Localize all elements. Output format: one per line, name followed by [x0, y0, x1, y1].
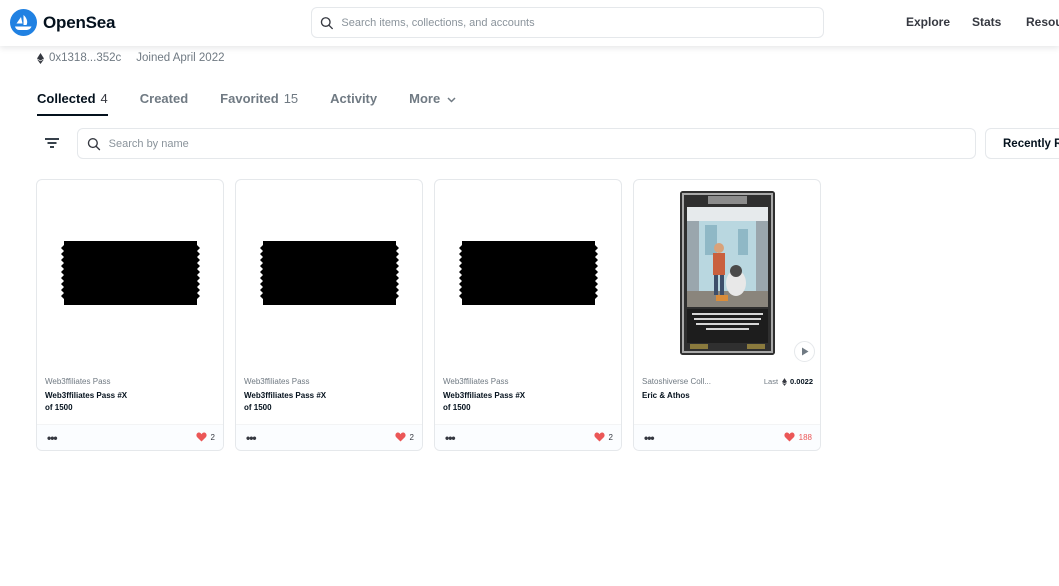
favorite-button[interactable]: 2	[394, 432, 414, 442]
item-name: Web3ffiliates Pass #X of 1500	[45, 391, 128, 412]
more-options-icon[interactable]: •••	[47, 431, 58, 445]
eric-athos-artwork	[680, 191, 775, 355]
card-footer: ••• 2	[37, 424, 223, 450]
ethereum-icon	[782, 377, 788, 386]
last-sale-price: Last 0.0022	[764, 377, 813, 386]
card-footer: ••• 2	[435, 424, 621, 450]
last-price-value: 0.0022	[790, 377, 813, 386]
collection-name[interactable]: Web3ffiliates Pass	[45, 377, 217, 386]
top-navbar: OpenSea Explore Stats Resou	[0, 0, 1059, 46]
nft-image	[435, 180, 621, 366]
favorite-button[interactable]: 2	[195, 432, 215, 442]
nft-image	[634, 180, 820, 366]
card-footer: ••• 188	[634, 424, 820, 450]
items-search-input[interactable]	[108, 137, 975, 150]
more-options-icon[interactable]: •••	[445, 431, 456, 445]
joined-date: Joined April 2022	[136, 52, 225, 64]
item-name: Web3ffiliates Pass #X of 1500	[244, 391, 327, 412]
favorite-button[interactable]: 188	[784, 432, 812, 442]
collection-name[interactable]: Web3ffiliates Pass	[443, 377, 615, 386]
heart-icon	[784, 432, 795, 442]
card-footer: ••• 2	[236, 424, 422, 450]
nft-artwork	[680, 191, 775, 355]
last-label: Last	[763, 377, 779, 386]
nav-explore[interactable]: Explore	[906, 15, 950, 29]
tab-activity[interactable]: Activity	[330, 91, 377, 116]
nft-card[interactable]: Satoshiverse Coll... Eric & Athos Last 0…	[633, 179, 821, 451]
profile-tabs: Collected 4 Created Favorited 15 Activity …	[37, 91, 488, 116]
nft-card[interactable]: Web3ffiliates Pass Web3ffiliates Pass #X…	[434, 179, 622, 451]
wallet-address[interactable]: 0x1318...352c	[49, 52, 121, 64]
tab-count: 4	[100, 91, 108, 106]
nft-card[interactable]: Web3ffiliates Pass Web3ffiliates Pass #X…	[235, 179, 423, 451]
favorite-button[interactable]: 2	[593, 432, 613, 442]
tab-collected[interactable]: Collected 4	[37, 91, 108, 116]
nav-resources[interactable]: Resou	[1026, 15, 1059, 29]
more-options-icon[interactable]: •••	[246, 431, 257, 445]
nav-stats[interactable]: Stats	[972, 15, 1001, 29]
profile-meta: 0x1318...352c Joined April 2022	[37, 52, 225, 64]
ticket-image	[260, 241, 399, 305]
nft-image	[37, 180, 223, 366]
ethereum-icon	[37, 52, 44, 64]
search-icon	[320, 16, 333, 29]
chevron-down-icon	[447, 97, 456, 103]
heart-icon	[593, 432, 605, 442]
tab-label: Created	[139, 91, 189, 106]
brand-name: OpenSea	[43, 12, 116, 32]
collection-name[interactable]: Web3ffiliates Pass	[244, 377, 416, 386]
ticket-image	[459, 241, 598, 305]
tab-created[interactable]: Created	[140, 91, 188, 116]
play-button[interactable]	[794, 341, 815, 362]
tab-label: Favorited	[220, 91, 279, 106]
tab-label: Activity	[330, 91, 378, 106]
filter-icon	[45, 138, 59, 148]
items-search[interactable]	[77, 128, 976, 159]
tab-more[interactable]: More	[409, 91, 456, 116]
tab-favorited[interactable]: Favorited 15	[220, 91, 298, 116]
play-icon	[801, 347, 808, 356]
sort-dropdown[interactable]: Recently R	[985, 128, 1059, 159]
search-icon	[87, 137, 101, 150]
nft-image	[236, 180, 422, 366]
filter-toggle-button[interactable]	[43, 134, 61, 152]
opensea-logo-icon	[10, 9, 37, 36]
like-count: 2	[210, 432, 215, 442]
heart-icon	[195, 432, 207, 442]
opensea-logo[interactable]: OpenSea	[10, 9, 115, 36]
global-search[interactable]	[311, 7, 824, 38]
heart-icon	[394, 432, 406, 442]
collection-name[interactable]: Satoshiverse Coll...	[642, 377, 752, 386]
more-options-icon[interactable]: •••	[644, 431, 655, 445]
like-count: 2	[409, 432, 414, 442]
like-count: 2	[608, 432, 613, 442]
tab-count: 15	[283, 91, 299, 106]
tab-label: More	[409, 91, 441, 106]
global-search-input[interactable]	[341, 16, 823, 29]
nft-card[interactable]: Web3ffiliates Pass Web3ffiliates Pass #X…	[36, 179, 224, 451]
item-name: Eric & Athos	[642, 391, 690, 400]
tab-label: Collected	[37, 91, 96, 106]
ticket-image	[61, 241, 200, 305]
like-count: 188	[798, 432, 812, 442]
item-name: Web3ffiliates Pass #X of 1500	[443, 391, 526, 412]
